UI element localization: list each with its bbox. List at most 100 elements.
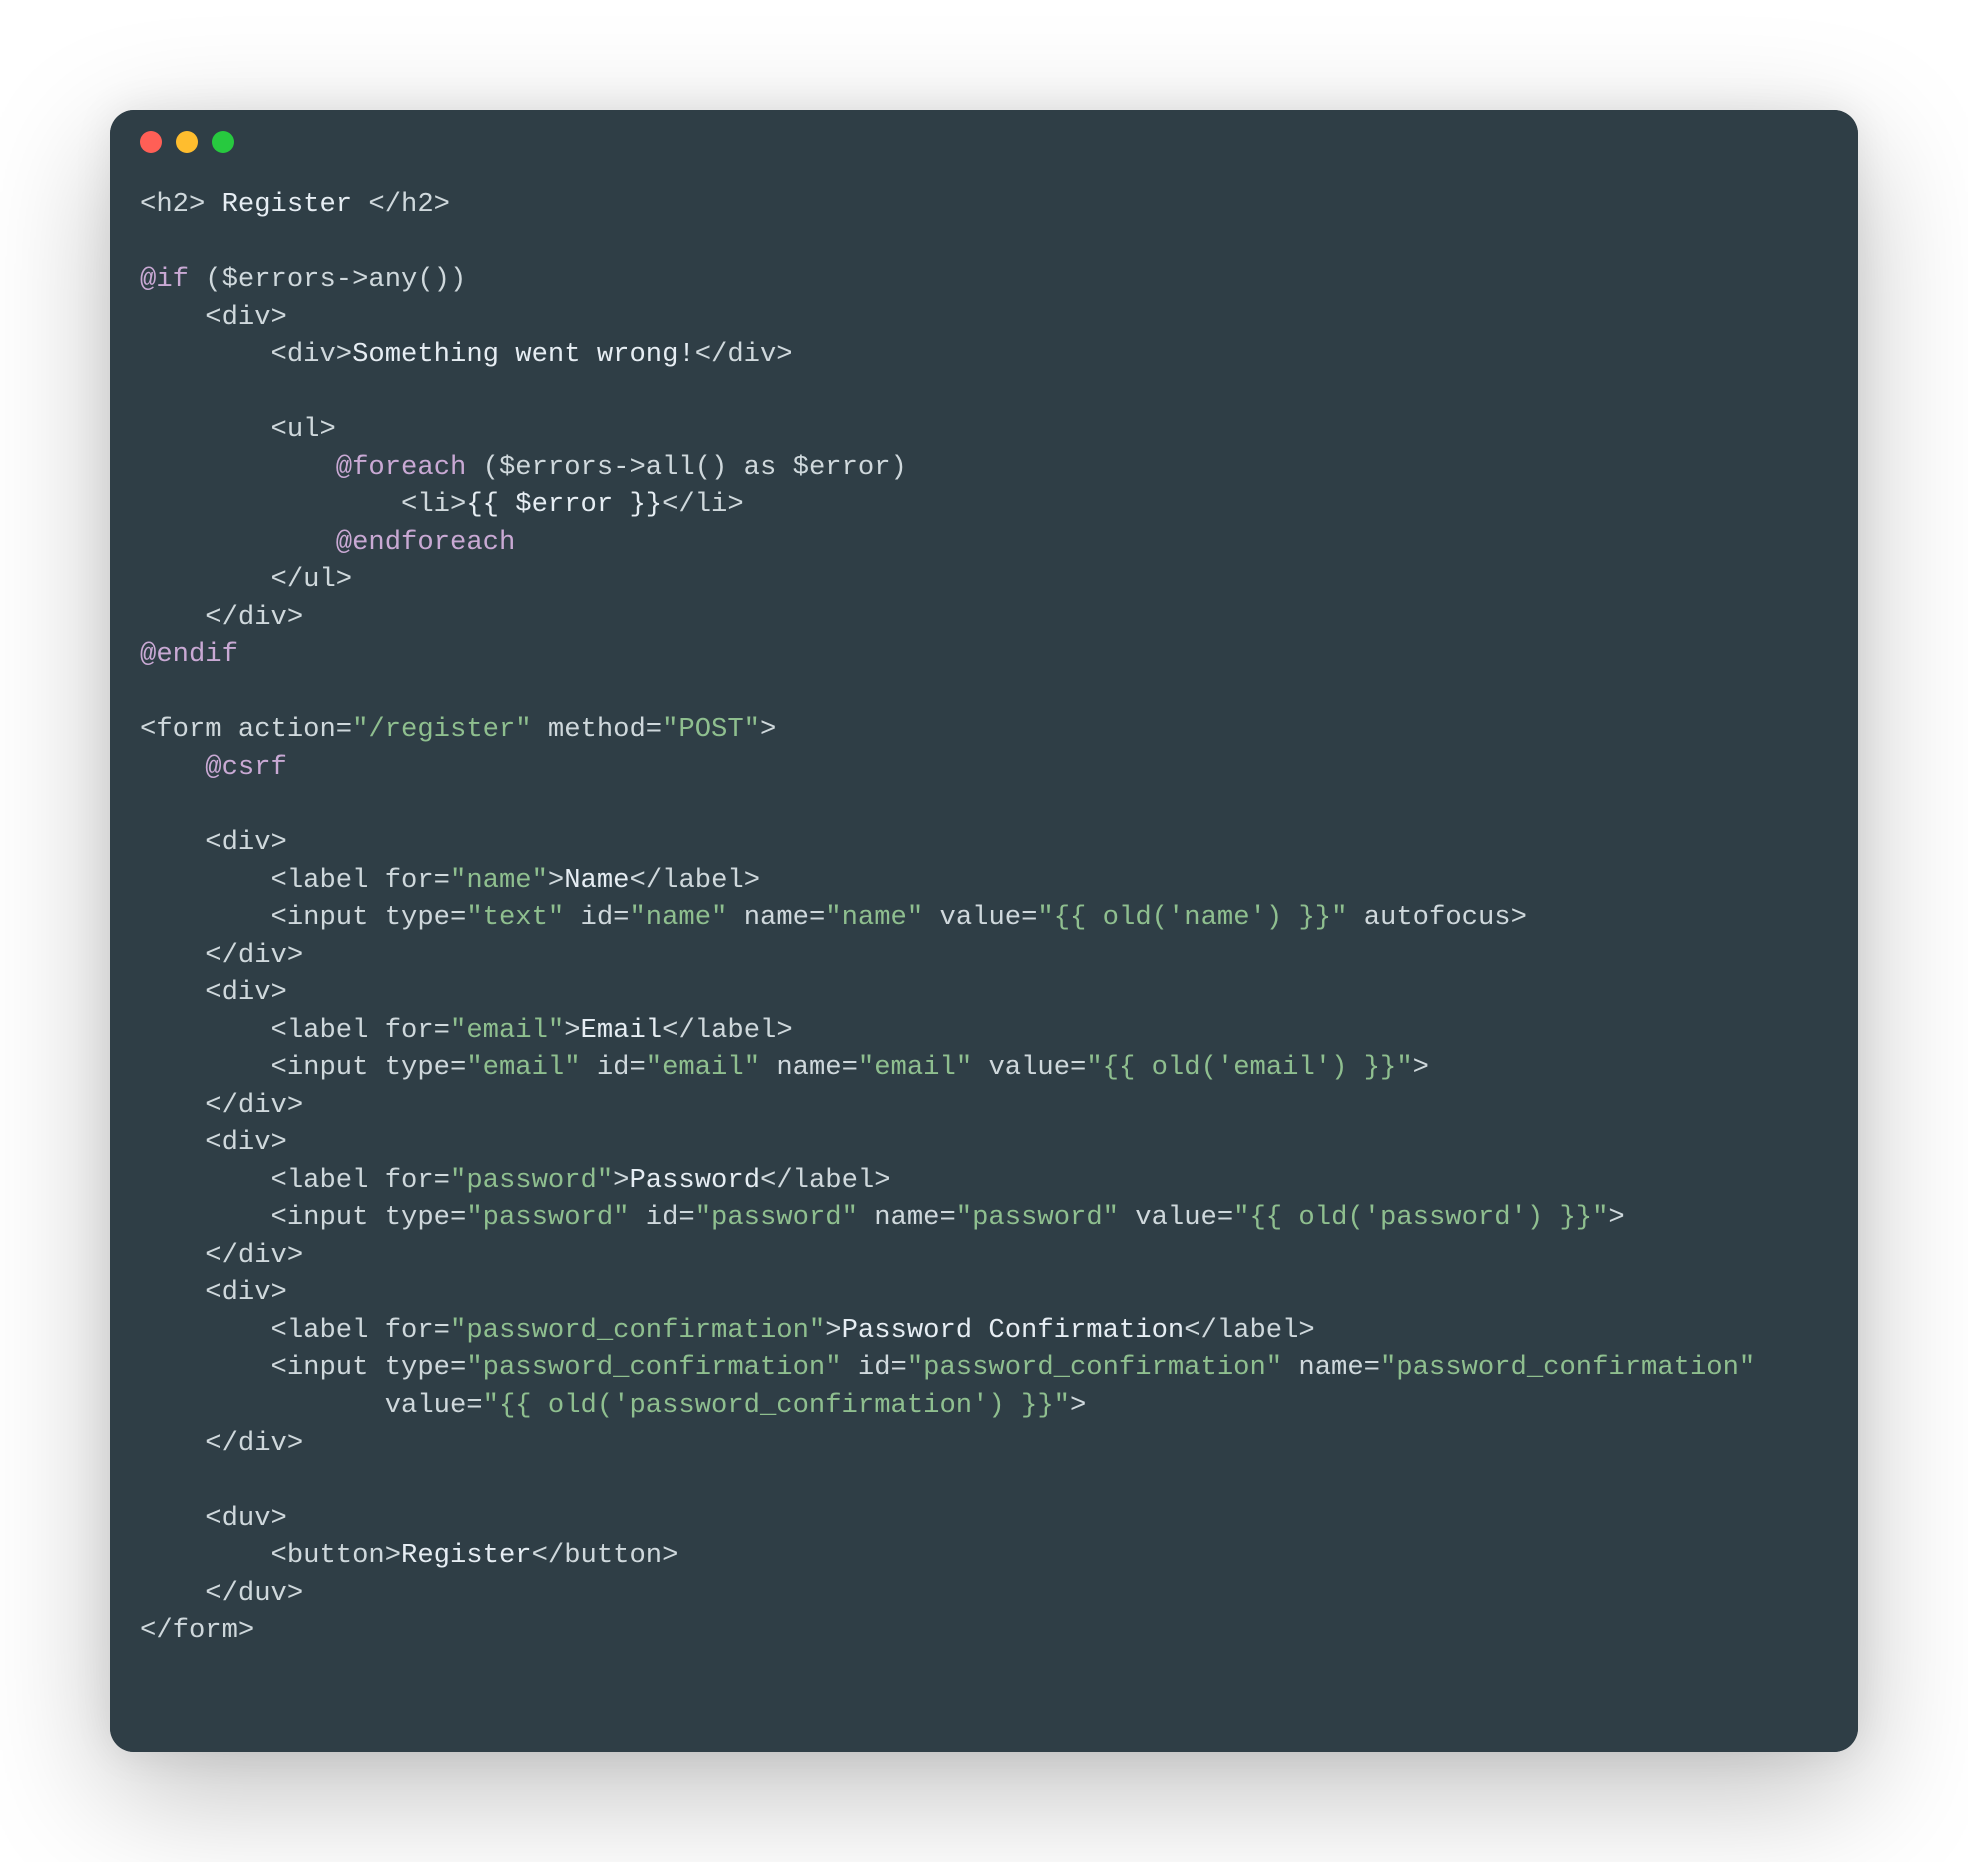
code-line: </div> [140,1428,303,1459]
code-line: </div> [140,940,303,971]
code-line: <li>{{ $error }}</li> [140,489,744,520]
code-token: "email" [450,1015,564,1046]
code-token: <form action= [140,714,352,745]
code-token: "{{ old('email') }}" [1086,1052,1412,1083]
code-token: </div> [140,1428,303,1459]
code-token: @foreach [336,452,467,483]
code-token: "{{ old('password') }}" [1233,1202,1608,1233]
code-token: <div> [140,1127,287,1158]
code-line: @endforeach [140,527,515,558]
code-token: "name" [825,902,923,933]
code-line: <label for="name">Name</label> [140,865,760,896]
code-token: name= [1282,1352,1380,1383]
code-token: value= [972,1052,1086,1083]
code-token: <label for= [140,1015,450,1046]
maximize-icon[interactable] [212,131,234,153]
code-token: <button> [140,1540,401,1571]
code-token: </li> [662,489,744,520]
code-token: <div> [140,827,287,858]
code-token: ($errors->any()) [189,264,466,295]
code-token: <label for= [140,865,450,896]
code-token: autofocus> [1347,902,1526,933]
code-token: <h2> [140,189,205,220]
code-token: <div> [140,302,287,333]
code-token: "email" [466,1052,580,1083]
code-token: Password [629,1165,760,1196]
code-token: Something went wrong! [352,339,695,370]
code-token: </div> [140,1090,303,1121]
code-token: "password" [956,1202,1119,1233]
code-token: > [564,1015,580,1046]
code-line: <input type="text" id="name" name="name"… [140,902,1527,933]
code-line: <button>Register</button> [140,1540,678,1571]
code-token: </ul> [140,564,352,595]
code-token: > [825,1315,841,1346]
code-token: "name" [629,902,727,933]
code-token: > [1608,1202,1624,1233]
code-line: </ul> [140,564,352,595]
code-token: value= [1119,1202,1233,1233]
code-token: @if [140,264,189,295]
code-editor-content[interactable]: <h2> Register </h2> @if ($errors->any())… [110,174,1858,1710]
code-token: name= [727,902,825,933]
code-token: </label> [630,865,761,896]
code-line: <form action="/register" method="POST"> [140,714,776,745]
code-token: <input type= [140,1052,466,1083]
code-token: <ul> [140,414,336,445]
code-token: "password_confirmation" [907,1352,1282,1383]
code-line: <div> [140,977,287,1008]
screenshot-stage: <h2> Register </h2> @if ($errors->any())… [0,0,1968,1862]
code-line: <div>Something went wrong!</div> [140,339,793,370]
code-token: > [760,714,776,745]
code-token: "/register" [352,714,531,745]
code-token: </div> [140,940,303,971]
code-token: Email [581,1015,663,1046]
code-line: </div> [140,1240,303,1271]
code-line: <label for="password">Password</label> [140,1165,891,1196]
code-token: > [1413,1052,1429,1083]
code-token [140,527,336,558]
code-line: @foreach ($errors->all() as $error) [140,452,907,483]
code-line: <div> [140,827,287,858]
code-token: "{{ old('name') }}" [1037,902,1347,933]
code-token [140,752,205,783]
code-line: <input type="password" id="password" nam… [140,1202,1625,1233]
code-token: id= [581,1052,646,1083]
code-token: "email" [858,1052,972,1083]
code-token: <label for= [140,1165,450,1196]
code-token: <input type= [140,1202,466,1233]
code-token: @endforeach [336,527,515,558]
code-line: <ul> [140,414,336,445]
code-token: > [1070,1390,1086,1421]
minimize-icon[interactable] [176,131,198,153]
code-token: </label> [662,1015,793,1046]
code-line: value="{{ old('password_confirmation') }… [140,1390,1086,1421]
code-token: @endif [140,639,238,670]
code-token: <div> [140,977,287,1008]
code-token: @csrf [205,752,287,783]
code-line: <div> [140,1277,287,1308]
code-token: <div> [140,339,352,370]
close-icon[interactable] [140,131,162,153]
code-line: <input type="password_confirmation" id="… [140,1352,1755,1383]
code-token: <div> [140,1277,287,1308]
code-token: id= [629,1202,694,1233]
code-line: <duv> [140,1503,287,1534]
code-token: "email" [646,1052,760,1083]
code-token: <duv> [140,1503,287,1534]
code-line: <label for="password_confirmation">Passw… [140,1315,1315,1346]
code-line: <div> [140,1127,287,1158]
code-token: </div> [140,1240,303,1271]
code-line: <div> [140,302,287,333]
code-token: <input type= [140,1352,466,1383]
code-line: @csrf [140,752,287,783]
code-line: <input type="email" id="email" name="ema… [140,1052,1429,1083]
code-token: "password" [466,1202,629,1233]
code-token: method= [532,714,663,745]
window-titlebar [110,110,1858,174]
code-token: <input type= [140,902,466,933]
code-line: <label for="email">Email</label> [140,1015,793,1046]
code-line: </form> [140,1615,254,1646]
code-token: > [613,1165,629,1196]
code-token: Name [564,865,629,896]
